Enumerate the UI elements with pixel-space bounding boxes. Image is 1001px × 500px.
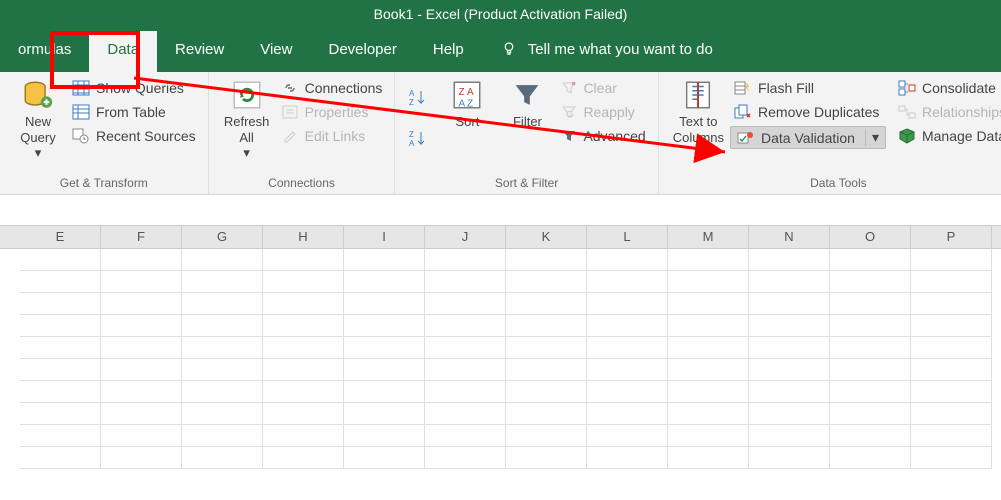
tab-data[interactable]: Data <box>89 31 157 72</box>
filter-button[interactable]: Filter <box>497 76 557 132</box>
tab-formulas[interactable]: ormulas <box>0 31 89 72</box>
group-label: Data Tools <box>667 174 1001 194</box>
group-get-transform: New Query ▾ Show Queries From Table Rece… <box>0 72 209 194</box>
relationships-icon <box>898 104 916 120</box>
clear-filter-button: Clear <box>557 78 649 98</box>
worksheet-grid[interactable] <box>0 249 1001 469</box>
advanced-filter-button[interactable]: Advanced <box>557 126 649 146</box>
text-to-columns-button[interactable]: Text to Columns <box>667 76 730 147</box>
svg-text:A: A <box>409 89 415 98</box>
column-headers: E F G H I J K L M N O P <box>0 225 1001 249</box>
svg-text:Z: Z <box>409 98 414 107</box>
sort-icon: ZAAZ <box>450 78 484 114</box>
svg-text:A: A <box>409 139 415 148</box>
ribbon: New Query ▾ Show Queries From Table Rece… <box>0 72 1001 195</box>
duplicates-icon <box>734 104 752 120</box>
col-header[interactable]: I <box>344 226 425 248</box>
col-header[interactable]: P <box>911 226 992 248</box>
col-header[interactable]: H <box>263 226 344 248</box>
col-header[interactable]: M <box>668 226 749 248</box>
col-header[interactable]: F <box>101 226 182 248</box>
remove-duplicates-button[interactable]: Remove Duplicates <box>730 102 886 122</box>
svg-text:Z: Z <box>467 98 473 109</box>
caret-down-icon: ▾ <box>35 145 42 161</box>
reapply-icon <box>561 104 577 120</box>
flash-icon <box>734 80 752 96</box>
svg-text:Z: Z <box>459 87 465 98</box>
new-query-button[interactable]: New Query ▾ <box>8 76 68 163</box>
tab-view[interactable]: View <box>242 31 310 72</box>
col-header[interactable]: O <box>830 226 911 248</box>
ribbon-tabs: ormulas Data Review View Developer Help … <box>0 28 1001 72</box>
col-header[interactable]: G <box>182 226 263 248</box>
reapply-button: Reapply <box>557 102 649 122</box>
tab-review[interactable]: Review <box>157 31 242 72</box>
clock-icon <box>72 128 90 144</box>
edit-links-button: Edit Links <box>277 126 387 146</box>
from-table-button[interactable]: From Table <box>68 102 200 122</box>
tell-me-search[interactable]: Tell me what you want to do <box>482 30 731 72</box>
tab-help[interactable]: Help <box>415 31 482 72</box>
group-label: Sort & Filter <box>403 174 649 194</box>
group-connections: Refresh All ▾ Connections Properties Edi… <box>209 72 396 194</box>
properties-icon <box>281 104 299 120</box>
refresh-all-button[interactable]: Refresh All ▾ <box>217 76 277 163</box>
manage-data-button[interactable]: Manage Data <box>894 126 1001 146</box>
link-icon <box>281 80 299 96</box>
col-header[interactable]: E <box>20 226 101 248</box>
group-sort-filter: AZ ZA ZAAZ Sort Filter Clear <box>395 72 658 194</box>
col-header[interactable]: J <box>425 226 506 248</box>
properties-button: Properties <box>277 102 387 122</box>
refresh-icon <box>230 78 264 114</box>
svg-text:A: A <box>467 87 474 98</box>
group-label: Connections <box>217 174 387 194</box>
recent-sources-button[interactable]: Recent Sources <box>68 126 200 146</box>
sort-desc-button[interactable]: ZA <box>403 126 431 150</box>
sort-asc-button[interactable]: AZ <box>403 85 431 109</box>
table-icon <box>72 104 90 120</box>
group-label: Get & Transform <box>8 174 200 194</box>
col-header[interactable]: K <box>506 226 587 248</box>
relationships-button: Relationships <box>894 102 1001 122</box>
edit-links-icon <box>281 128 299 144</box>
clear-icon <box>561 80 577 96</box>
caret-down-icon: ▾ <box>243 145 250 161</box>
funnel-icon <box>510 78 544 114</box>
svg-text:Z: Z <box>409 130 414 139</box>
consolidate-button[interactable]: Consolidate <box>894 78 1001 98</box>
text-columns-icon <box>681 78 715 114</box>
title-bar: Book1 - Excel (Product Activation Failed… <box>0 0 1001 28</box>
validation-icon <box>737 130 755 146</box>
show-queries-button[interactable]: Show Queries <box>68 78 200 98</box>
sort-button[interactable]: ZAAZ Sort <box>437 76 497 132</box>
cube-icon <box>898 128 916 144</box>
app-title: Book1 - Excel (Product Activation Failed… <box>374 6 628 22</box>
consolidate-icon <box>898 80 916 96</box>
col-header[interactable]: L <box>587 226 668 248</box>
tab-developer[interactable]: Developer <box>310 31 414 72</box>
sort-desc-icon: ZA <box>407 128 427 148</box>
connections-button[interactable]: Connections <box>277 78 387 98</box>
database-icon <box>21 78 55 114</box>
col-header[interactable]: N <box>749 226 830 248</box>
flash-fill-button[interactable]: Flash Fill <box>730 78 886 98</box>
lightbulb-icon <box>500 40 518 58</box>
sort-asc-icon: AZ <box>407 87 427 107</box>
svg-text:A: A <box>459 98 466 109</box>
advanced-icon <box>561 128 577 144</box>
table-icon <box>72 80 90 96</box>
data-validation-button[interactable]: Data Validation ▾ <box>730 126 886 149</box>
group-data-tools: Text to Columns Flash Fill Remove Duplic… <box>659 72 1001 194</box>
caret-down-icon[interactable]: ▾ <box>865 129 879 146</box>
